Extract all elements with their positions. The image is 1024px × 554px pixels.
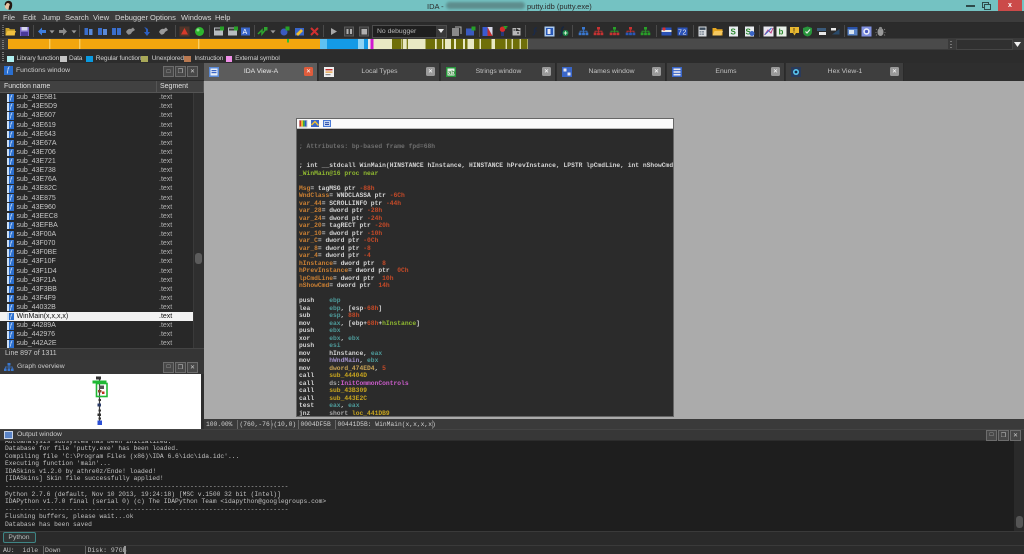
svg-text:2: 2 [683, 29, 687, 36]
svg-text:A: A [243, 29, 248, 36]
svg-text:b: b [779, 27, 784, 36]
svg-text:7: 7 [678, 29, 682, 36]
svg-text:S: S [731, 27, 737, 36]
svg-text:!: ! [793, 28, 795, 34]
